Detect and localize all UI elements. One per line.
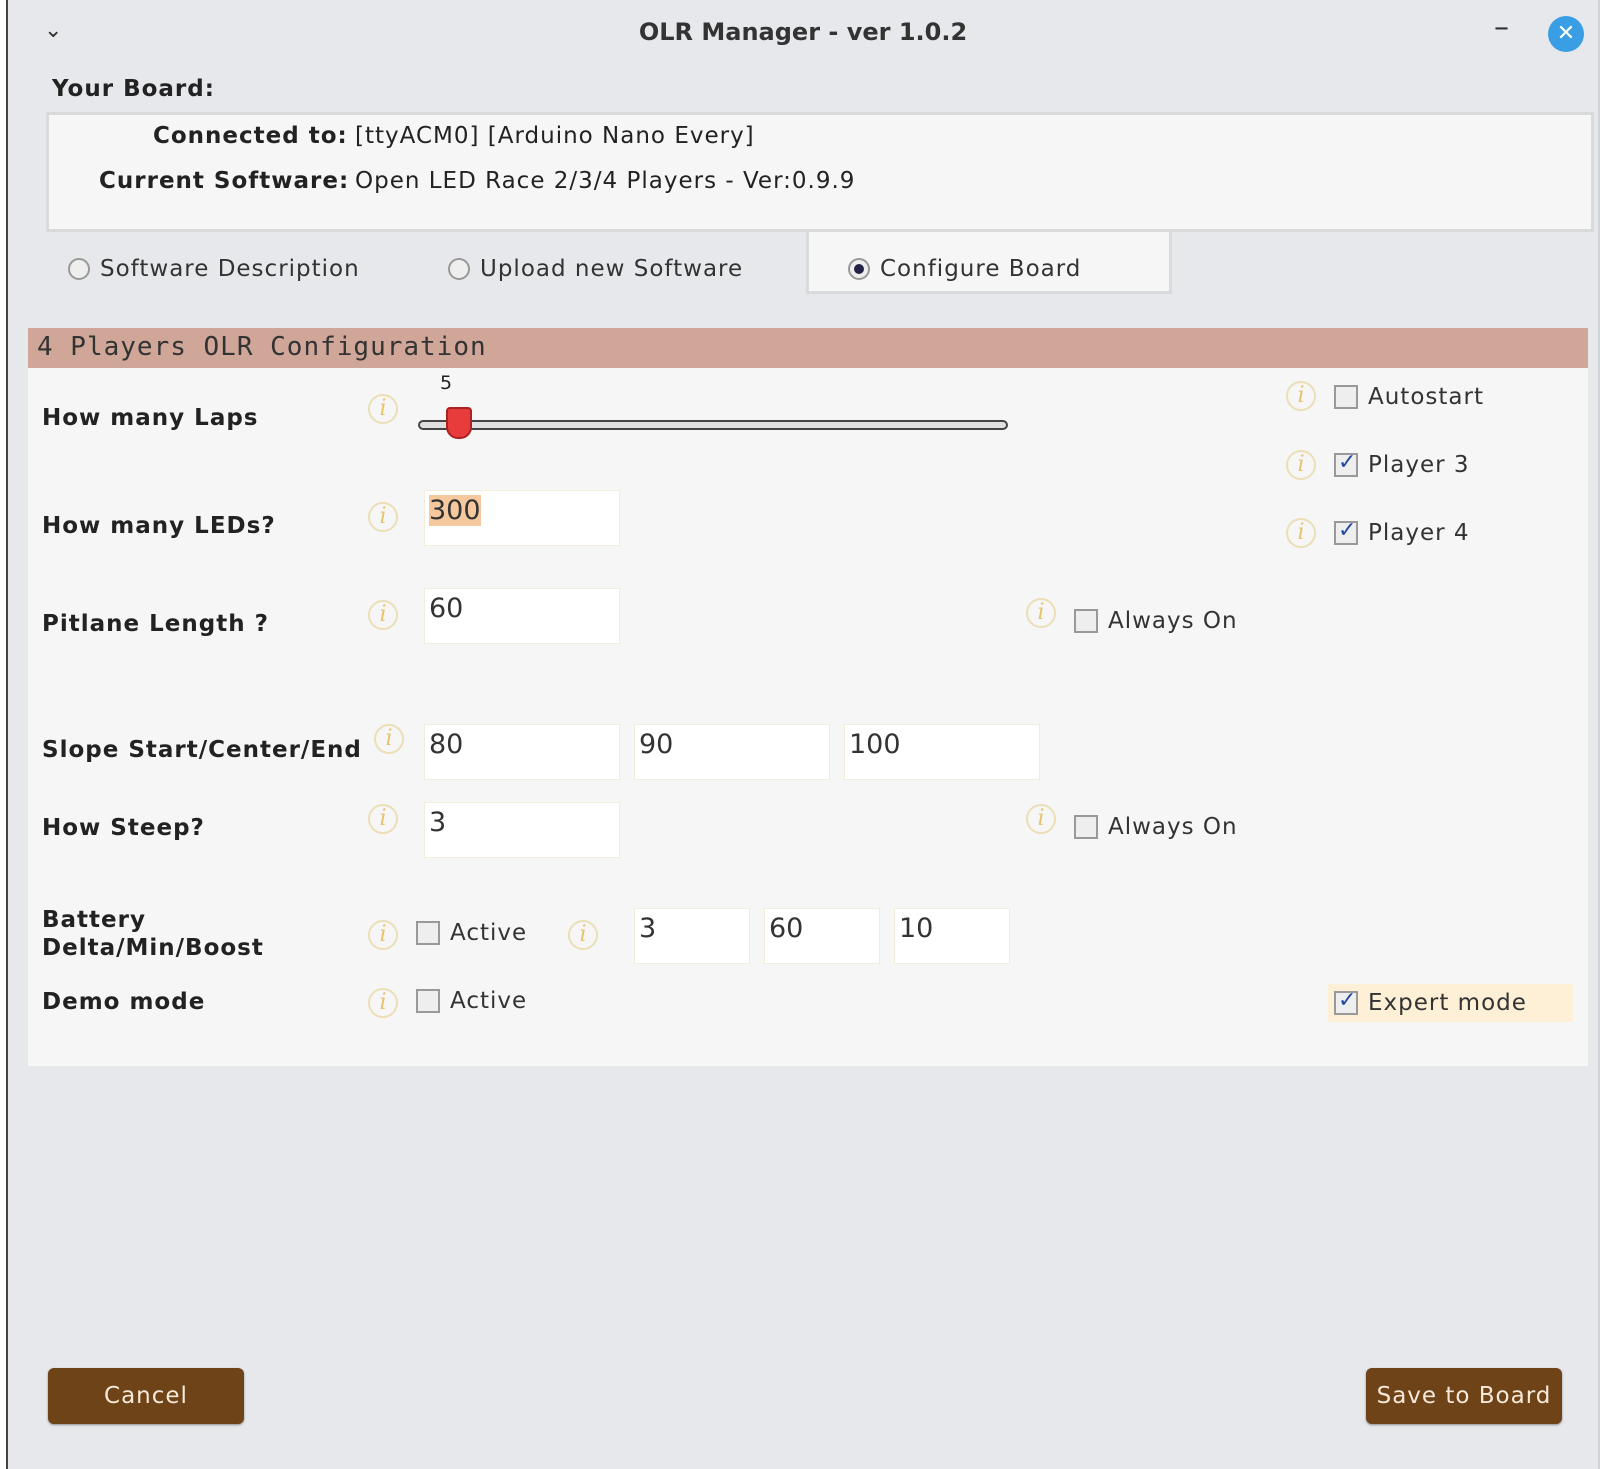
expert-mode-checkbox[interactable]: Expert mode bbox=[1328, 984, 1573, 1022]
laps-slider-thumb[interactable] bbox=[446, 407, 472, 439]
radio-label: Configure Board bbox=[880, 256, 1082, 282]
software-value: Open LED Race 2/3/4 Players - Ver:0.9.9 bbox=[355, 168, 856, 194]
software-label: Current Software: bbox=[99, 168, 350, 194]
board-info-box: Connected to: [ttyACM0] [Arduino Nano Ev… bbox=[46, 112, 1594, 232]
close-button[interactable]: ✕ bbox=[1548, 16, 1584, 52]
info-icon[interactable]: i bbox=[368, 920, 398, 950]
info-icon[interactable]: i bbox=[1286, 518, 1316, 548]
slope-label: Slope Start/Center/End bbox=[42, 737, 362, 763]
player3-label: Player 3 bbox=[1368, 452, 1470, 478]
radio-label: Upload new Software bbox=[480, 256, 744, 282]
radio-label: Software Description bbox=[100, 256, 360, 282]
player3-checkbox[interactable]: Player 3 bbox=[1334, 450, 1470, 478]
battery-min-input[interactable]: 60 bbox=[764, 908, 880, 964]
info-icon[interactable]: i bbox=[374, 724, 404, 754]
pitlane-always-on-checkbox[interactable]: Always On bbox=[1074, 608, 1238, 634]
close-icon: ✕ bbox=[1556, 21, 1576, 46]
always-on-label: Always On bbox=[1108, 814, 1238, 840]
radio-configure-board[interactable]: Configure Board bbox=[848, 256, 1081, 282]
battery-label-line1: Battery bbox=[42, 907, 146, 933]
connected-label: Connected to: bbox=[153, 123, 348, 149]
config-panel: 4 Players OLR Configuration How many Lap… bbox=[28, 328, 1588, 1066]
info-icon[interactable]: i bbox=[1026, 804, 1056, 834]
battery-boost-input[interactable]: 10 bbox=[894, 908, 1010, 964]
info-icon[interactable]: i bbox=[568, 920, 598, 950]
radio-icon bbox=[448, 258, 470, 280]
demo-active-checkbox[interactable]: Active bbox=[416, 988, 527, 1014]
laps-slider-value: 5 bbox=[440, 372, 453, 394]
checkbox-checked-icon bbox=[1334, 518, 1358, 545]
connected-value: [ttyACM0] [Arduino Nano Every] bbox=[355, 123, 755, 149]
laps-slider-track[interactable] bbox=[418, 420, 1008, 430]
radio-selected-icon bbox=[848, 258, 870, 280]
radio-icon bbox=[68, 258, 90, 280]
checkbox-icon bbox=[416, 921, 440, 945]
config-title: 4 Players OLR Configuration bbox=[28, 328, 1588, 368]
battery-label: Battery Delta/Min/Boost bbox=[42, 906, 264, 962]
minimize-button[interactable]: – bbox=[1494, 10, 1509, 45]
battery-delta-input[interactable]: 3 bbox=[634, 908, 750, 964]
player4-label: Player 4 bbox=[1368, 520, 1470, 546]
checkbox-icon bbox=[1074, 815, 1098, 839]
title-bar: ⌄ OLR Manager - ver 1.0.2 – ✕ bbox=[8, 0, 1598, 68]
battery-active-checkbox[interactable]: Active bbox=[416, 920, 527, 946]
board-heading: Your Board: bbox=[52, 76, 215, 102]
info-icon[interactable]: i bbox=[368, 394, 398, 424]
player4-checkbox[interactable]: Player 4 bbox=[1334, 518, 1470, 546]
info-icon[interactable]: i bbox=[1286, 381, 1316, 411]
info-icon[interactable]: i bbox=[1026, 598, 1056, 628]
pitlane-label: Pitlane Length ? bbox=[42, 611, 269, 637]
demo-label: Demo mode bbox=[42, 989, 206, 1015]
checkbox-icon bbox=[1074, 609, 1098, 633]
steep-input[interactable]: 3 bbox=[424, 802, 620, 858]
radio-software-description[interactable]: Software Description bbox=[68, 256, 360, 282]
steep-always-on-checkbox[interactable]: Always On bbox=[1074, 814, 1238, 840]
always-on-label: Always On bbox=[1108, 608, 1238, 634]
info-icon[interactable]: i bbox=[368, 804, 398, 834]
checkbox-icon bbox=[416, 989, 440, 1013]
leds-label: How many LEDs? bbox=[42, 513, 276, 539]
info-icon[interactable]: i bbox=[368, 988, 398, 1018]
battery-label-line2: Delta/Min/Boost bbox=[42, 935, 264, 961]
info-icon[interactable]: i bbox=[368, 600, 398, 630]
autostart-checkbox[interactable]: Autostart bbox=[1334, 384, 1484, 410]
leds-value: 300 bbox=[429, 495, 481, 526]
cancel-button[interactable]: Cancel bbox=[48, 1368, 244, 1424]
slope-end-input[interactable]: 100 bbox=[844, 724, 1040, 780]
laps-label: How many Laps bbox=[42, 405, 259, 431]
radio-upload-software[interactable]: Upload new Software bbox=[448, 256, 743, 282]
save-to-board-button[interactable]: Save to Board bbox=[1366, 1368, 1562, 1424]
leds-input[interactable]: 300 bbox=[424, 490, 620, 546]
expert-mode-label: Expert mode bbox=[1368, 990, 1527, 1016]
checkbox-icon bbox=[1334, 385, 1358, 409]
checkbox-checked-icon bbox=[1334, 988, 1358, 1015]
slope-start-input[interactable]: 80 bbox=[424, 724, 620, 780]
steep-label: How Steep? bbox=[42, 815, 205, 841]
slope-center-input[interactable]: 90 bbox=[634, 724, 830, 780]
active-label: Active bbox=[450, 988, 528, 1014]
mode-selector: Software Description Upload new Software… bbox=[8, 232, 1598, 294]
pitlane-input[interactable]: 60 bbox=[424, 588, 620, 644]
checkbox-checked-icon bbox=[1334, 450, 1358, 477]
autostart-label: Autostart bbox=[1368, 384, 1484, 410]
main-window: ⌄ OLR Manager - ver 1.0.2 – ✕ Your Board… bbox=[6, 0, 1600, 1469]
info-icon[interactable]: i bbox=[1286, 450, 1316, 480]
active-label: Active bbox=[450, 920, 528, 946]
window-title: OLR Manager - ver 1.0.2 bbox=[638, 18, 968, 46]
info-icon[interactable]: i bbox=[368, 502, 398, 532]
